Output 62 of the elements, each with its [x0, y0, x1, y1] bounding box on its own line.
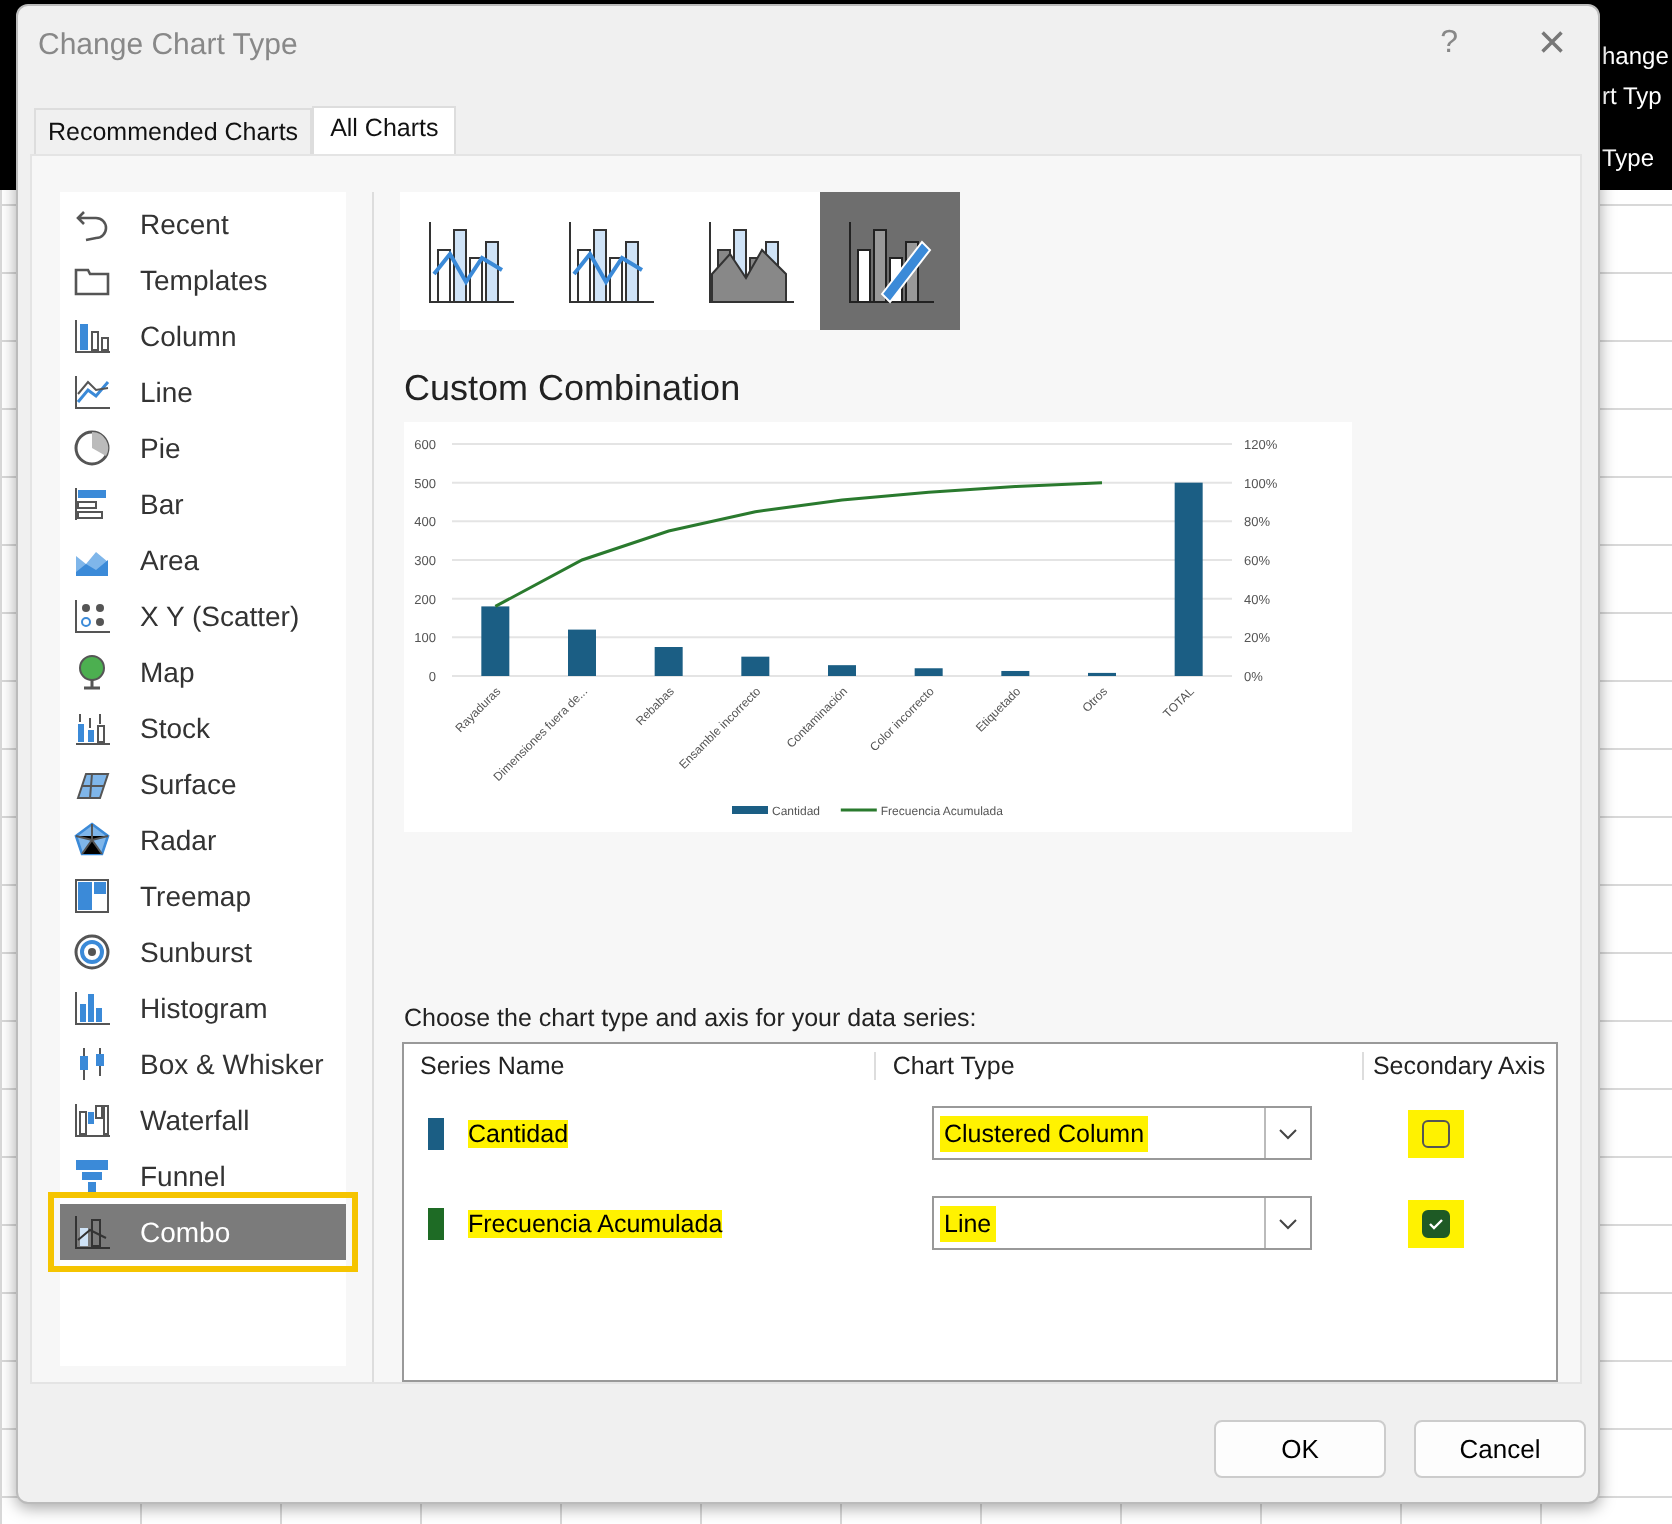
sidebar-item[interactable]: Column	[60, 308, 346, 364]
sidebar-item[interactable]: Line	[60, 364, 346, 420]
chevron-down-icon	[1278, 1217, 1298, 1229]
sidebar-item[interactable]: Combo	[60, 1204, 346, 1260]
sidebar-item[interactable]: Templates	[60, 252, 346, 308]
sidebar-item[interactable]: Map	[60, 644, 346, 700]
section-heading: Custom Combination	[404, 368, 743, 410]
sidebar-item[interactable]: X Y (Scatter)	[60, 588, 346, 644]
ribbon-text: Type	[1602, 144, 1655, 172]
checkmark-icon	[1428, 1217, 1444, 1229]
sidebar-item[interactable]: Funnel	[60, 1148, 346, 1204]
chart-type-icon	[72, 1100, 112, 1140]
sidebar-item[interactable]: Treemap	[60, 868, 346, 924]
close-button[interactable]: ×	[1525, 16, 1578, 72]
chart-type-dropdown[interactable]: Line	[932, 1196, 1312, 1250]
chart-type-icon	[72, 484, 112, 524]
bar	[914, 668, 943, 676]
chart-subtype-button[interactable]	[820, 192, 960, 330]
chart-type-dropdown[interactable]: Clustered Column	[932, 1106, 1312, 1160]
column-header: Secondary Axis	[1370, 1052, 1548, 1080]
sidebar-item[interactable]: Recent	[60, 196, 346, 252]
bar	[828, 665, 856, 676]
series-name: Cantidad	[468, 1119, 569, 1147]
sidebar-item[interactable]: Waterfall	[60, 1092, 346, 1148]
chart-type-icon	[72, 372, 112, 412]
instruction-text: Choose the chart type and axis for your data series:	[404, 1004, 979, 1032]
chart-type-icon	[72, 428, 112, 468]
chart-type-icon	[72, 932, 112, 972]
bar	[654, 647, 683, 676]
chart-type-icon	[72, 1212, 112, 1252]
sidebar-item[interactable]: Bar	[60, 476, 346, 532]
bar	[1001, 670, 1030, 676]
chart-type-icon	[72, 820, 112, 860]
column-header: Chart Type	[876, 1052, 1365, 1080]
chart-type-icon	[72, 988, 112, 1028]
chart-type-icon	[72, 1156, 112, 1196]
chart-type-icon	[72, 876, 112, 916]
bar	[481, 606, 510, 676]
chart-type-icon	[72, 708, 112, 748]
sidebar-item[interactable]: Box & Whisker	[60, 1036, 346, 1092]
sidebar-item[interactable]: Histogram	[60, 980, 346, 1036]
sidebar-item[interactable]: Sunburst	[60, 924, 346, 980]
sidebar-item[interactable]: Pie	[60, 420, 346, 476]
sidebar-item[interactable]: Area	[60, 532, 346, 588]
secondary-axis-checkbox[interactable]	[1422, 1119, 1450, 1147]
bar	[568, 629, 596, 676]
window-title: Change Chart Type	[38, 27, 300, 61]
chart-type-icon	[72, 596, 112, 636]
tab[interactable]: Recommended Charts	[34, 108, 313, 154]
tab[interactable]: All Charts	[312, 106, 457, 154]
ribbon-text: hange	[1602, 42, 1669, 70]
ok-button[interactable]: OK	[1214, 1420, 1386, 1478]
chevron-down-icon	[1278, 1127, 1298, 1139]
cancel-button[interactable]: Cancel	[1414, 1420, 1586, 1478]
column-header: Series Name	[404, 1052, 877, 1080]
sidebar-item[interactable]: Stock	[60, 700, 346, 756]
sidebar-item[interactable]: Radar	[60, 812, 346, 868]
chart-type-icon	[72, 316, 112, 356]
sidebar-item[interactable]: Surface	[60, 756, 346, 812]
ribbon-text: rt Typ	[1602, 82, 1662, 110]
secondary-axis-checkbox[interactable]	[1422, 1209, 1450, 1237]
bar	[741, 656, 770, 676]
